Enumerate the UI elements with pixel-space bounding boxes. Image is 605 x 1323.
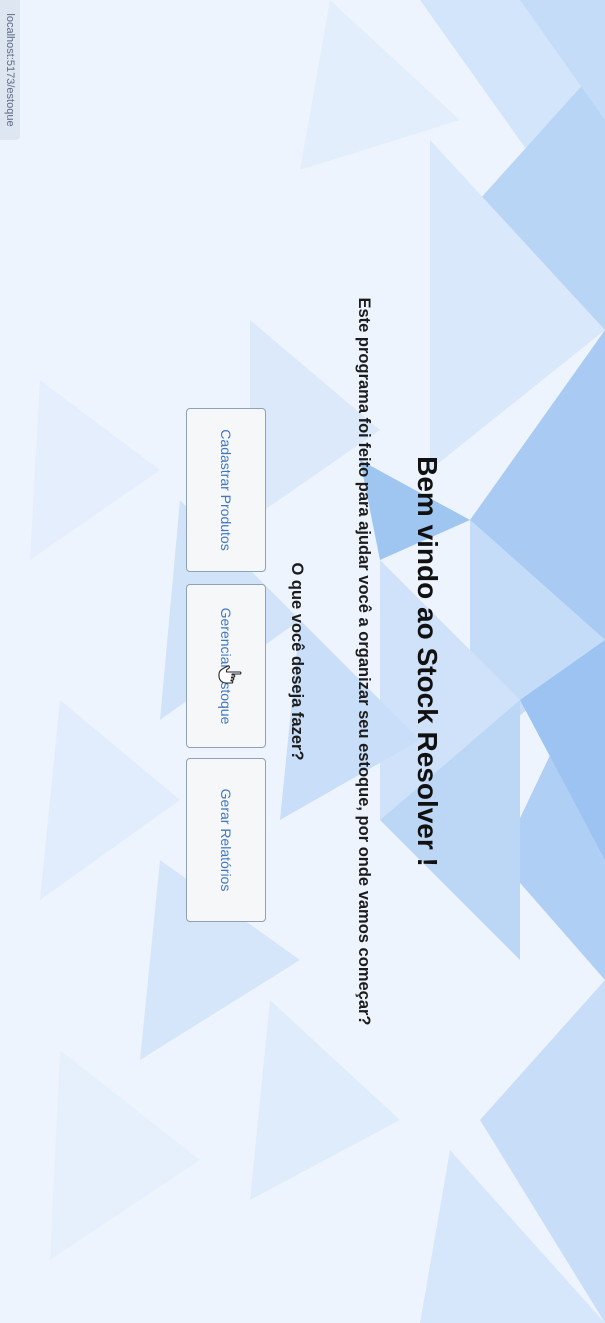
content-stage: Bem vindo ao Stock Resolver ! Este progr… xyxy=(0,0,605,1323)
page-subtitle: Este programa foi feito para ajudar você… xyxy=(355,297,373,1026)
gerar-relatorios-button[interactable]: Gerar Relatórios xyxy=(186,758,266,922)
page: localhost:5173/estoque Bem vindo ao Stoc… xyxy=(0,0,605,1323)
hand-pointer-icon xyxy=(218,665,242,684)
cadastrar-produtos-button[interactable]: Cadastrar Produtos xyxy=(186,408,266,572)
action-prompt: O que você deseja fazer? xyxy=(288,562,306,761)
page-title: Bem vindo ao Stock Resolver ! xyxy=(412,456,443,867)
